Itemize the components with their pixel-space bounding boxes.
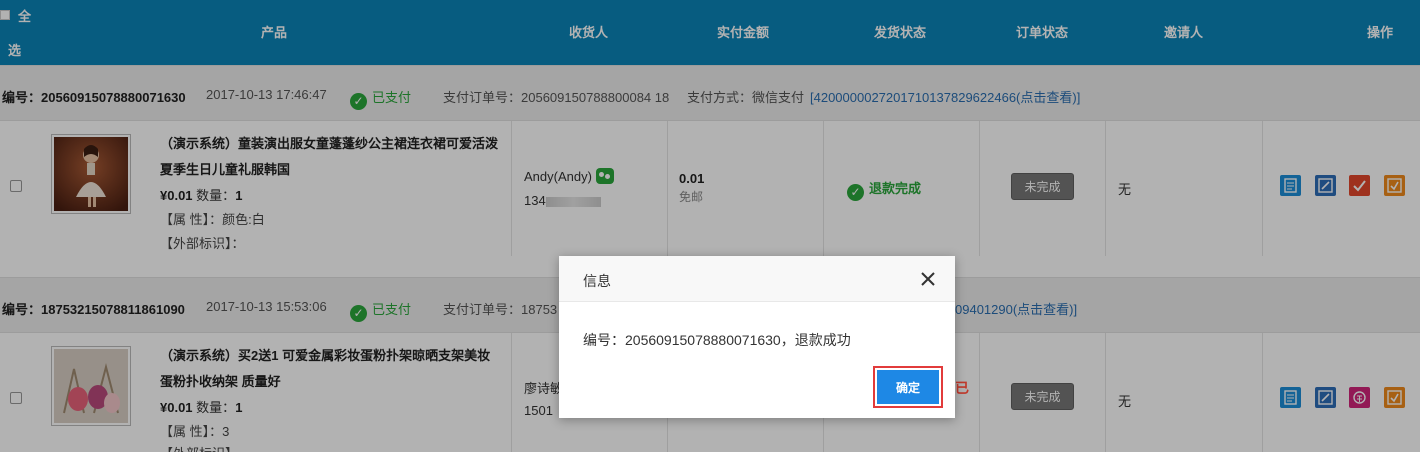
dialog-title: 信息 bbox=[583, 273, 611, 289]
dialog-message: 编号：20560915078880071630，退款成功 bbox=[583, 332, 851, 348]
info-dialog: 信息 编号：20560915078880071630，退款成功 确定 bbox=[559, 256, 955, 418]
ok-button-highlight: 确定 bbox=[873, 366, 943, 408]
ok-button[interactable]: 确定 bbox=[877, 370, 939, 404]
close-icon[interactable] bbox=[917, 268, 939, 290]
dialog-header: 信息 bbox=[559, 256, 955, 302]
ship-state-peek: 已 bbox=[955, 380, 969, 396]
